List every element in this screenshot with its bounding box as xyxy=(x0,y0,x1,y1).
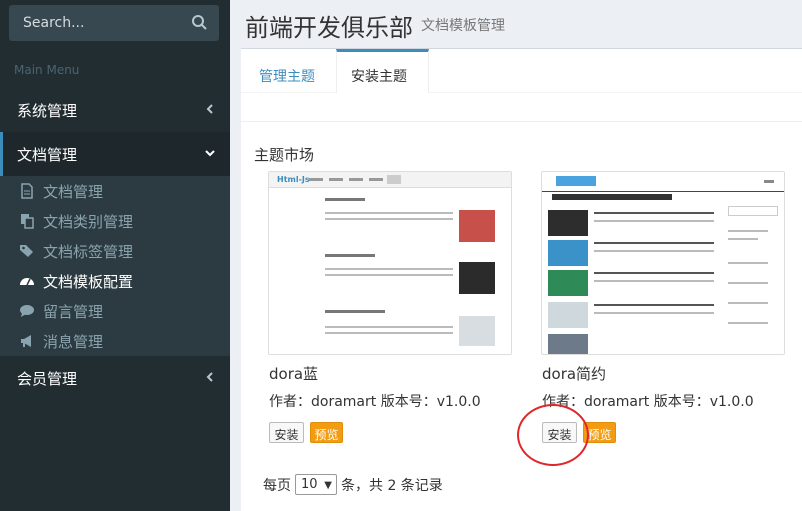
sidebar-subitem-notifications[interactable]: 消息管理 xyxy=(0,326,230,356)
pager-summary: 条，共 2 条记录 xyxy=(341,478,443,494)
tab-install-themes[interactable]: 安装主题 xyxy=(336,49,429,93)
per-page-select[interactable]: 10 ▼ xyxy=(295,474,337,495)
thumbnail-navbar xyxy=(542,172,784,192)
market-title: 主题市场 xyxy=(254,146,315,164)
button-label: 安装 xyxy=(274,428,299,442)
tab-manage-themes[interactable]: 管理主题 xyxy=(242,49,336,93)
dashboard-icon xyxy=(19,273,35,289)
tab-label: 安装主题 xyxy=(351,69,407,85)
sidebar-subitem-label: 消息管理 xyxy=(43,333,104,351)
sidebar-item-system[interactable]: 系统管理 xyxy=(0,88,230,132)
tab-bar: 管理主题 安装主题 xyxy=(241,49,802,93)
copy-icon xyxy=(19,213,35,229)
search-icon[interactable] xyxy=(191,14,209,32)
sidebar-subitem-categories[interactable]: 文档类别管理 xyxy=(0,206,230,236)
sidebar-item-label: 会员管理 xyxy=(17,370,78,388)
tab-label: 管理主题 xyxy=(259,69,315,85)
chevron-left-icon xyxy=(204,100,216,118)
sidebar-subitem-templates[interactable]: 文档模板配置 xyxy=(0,266,230,296)
sidebar-item-label: 文档管理 xyxy=(17,146,78,164)
theme-name: dora简约 xyxy=(542,365,607,383)
sidebar-subitem-documents[interactable]: 文档管理 xyxy=(0,176,230,206)
caret-down-icon: ▼ xyxy=(324,480,332,491)
page-title: 前端开发俱乐部 xyxy=(245,14,413,42)
sidebar-subitem-tags[interactable]: 文档标签管理 xyxy=(0,236,230,266)
chevron-left-icon xyxy=(204,368,216,386)
theme-panel: 管理主题 安装主题 主题市场 Html-Js dora蓝 作者：doramart… xyxy=(241,48,802,511)
page-subtitle: 文档模板管理 xyxy=(421,18,505,34)
comments-icon xyxy=(19,303,35,319)
theme-name: dora蓝 xyxy=(269,365,319,383)
sidebar-item-label: 系统管理 xyxy=(17,102,78,120)
annotation-circle xyxy=(517,404,589,466)
thumbnail-navbar: Html-Js xyxy=(269,172,511,188)
sidebar-subitem-messages[interactable]: 留言管理 xyxy=(0,296,230,326)
bullhorn-icon xyxy=(19,333,35,349)
sidebar: Main Menu 系统管理 文档管理 文档管理 文档类别管理 文档标签管理 文… xyxy=(0,0,230,511)
sidebar-subitem-label: 文档管理 xyxy=(43,183,104,201)
sidebar-subitem-label: 文档类别管理 xyxy=(43,213,134,231)
sidebar-item-members[interactable]: 会员管理 xyxy=(0,356,230,400)
pager-prefix: 每页 xyxy=(263,478,291,494)
button-label: 预览 xyxy=(314,428,339,442)
sidebar-item-documents[interactable]: 文档管理 xyxy=(0,132,230,176)
pagination: 每页 10 ▼ 条，共 2 条记录 xyxy=(263,474,563,496)
theme-thumbnail[interactable]: Html-Js xyxy=(268,171,512,355)
divider xyxy=(241,121,802,122)
sidebar-subitem-label: 留言管理 xyxy=(43,303,104,321)
menu-header: Main Menu xyxy=(14,63,80,77)
install-button[interactable]: 安装 xyxy=(269,422,304,443)
sidebar-subitem-label: 文档标签管理 xyxy=(43,243,134,261)
chevron-down-icon xyxy=(204,144,216,162)
preview-button[interactable]: 预览 xyxy=(310,422,343,443)
tags-icon xyxy=(19,243,35,259)
search-input[interactable] xyxy=(9,5,189,41)
per-page-value: 10 xyxy=(301,477,318,492)
documents-submenu: 文档管理 文档类别管理 文档标签管理 文档模板配置 留言管理 消息管理 xyxy=(0,176,230,356)
sidebar-subitem-label: 文档模板配置 xyxy=(43,273,134,291)
theme-thumbnail[interactable] xyxy=(541,171,785,355)
thumbnail-logo: Html-Js xyxy=(277,175,310,184)
sidebar-search xyxy=(9,5,219,41)
file-icon xyxy=(19,183,35,199)
theme-meta: 作者：doramart 版本号：v1.0.0 xyxy=(542,394,754,410)
theme-meta: 作者：doramart 版本号：v1.0.0 xyxy=(269,394,481,410)
